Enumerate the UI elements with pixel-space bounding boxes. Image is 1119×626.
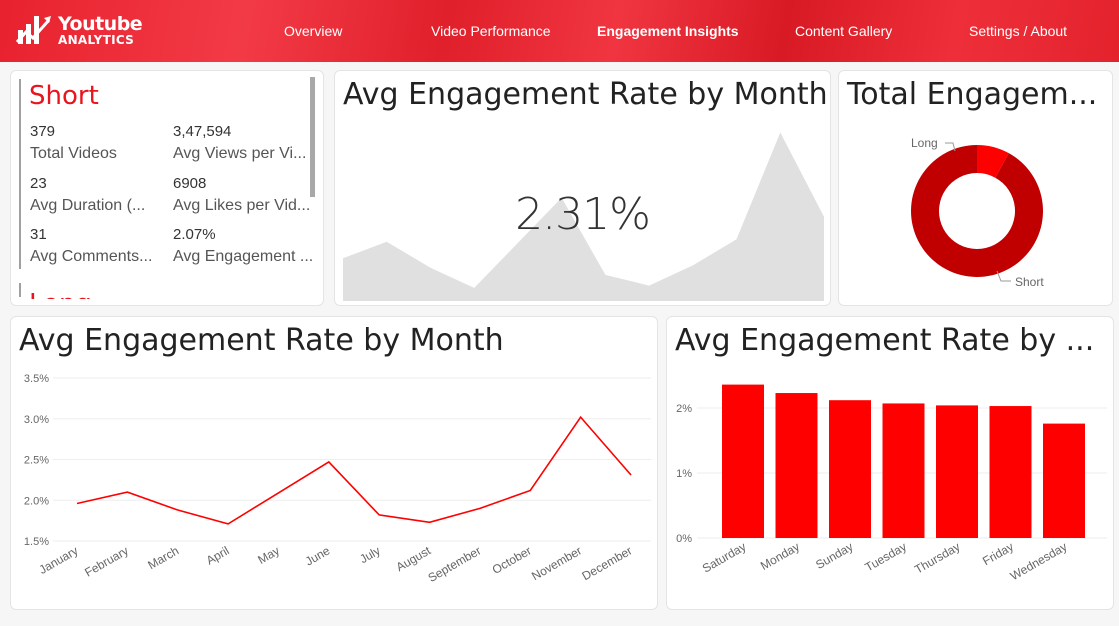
y-tick-label: 2.0%	[24, 495, 49, 507]
line-chart-card: Avg Engagement Rate by Month 1.5% 2.0% 2.5…	[10, 316, 658, 610]
y-tick-label: 3.5%	[24, 373, 49, 385]
x-tick-label: November	[529, 543, 584, 583]
nav-content-gallery[interactable]: Content Gallery	[795, 0, 892, 62]
x-tick-label: Tuesday	[863, 539, 909, 574]
kpi-scrollbar[interactable]	[310, 77, 315, 197]
x-tick-label: Monday	[758, 539, 802, 572]
bar-chart-logo-icon	[16, 16, 51, 44]
x-tick-label: April	[204, 543, 232, 567]
bar-tuesday	[882, 403, 925, 538]
donut-slice-short	[911, 145, 1043, 277]
bar-saturday	[722, 384, 764, 538]
bar-sunday	[829, 400, 871, 538]
kpi-avg-engagement-value: 2.07%	[173, 226, 216, 243]
kpi-next-section-title: Long	[29, 291, 109, 299]
kpi-avg-duration-label: Avg Duration (...	[30, 197, 146, 214]
kpi-avg-comments-value: 31	[30, 226, 47, 243]
area-chart-card: Avg Engagement Rate by Month 2.31%	[334, 70, 831, 306]
x-tick-label: September	[426, 543, 484, 584]
kpi-avg-views-value: 3,47,594	[173, 123, 232, 140]
kpi-total-videos-label: Total Videos	[30, 145, 117, 162]
x-tick-label: Friday	[980, 539, 1016, 568]
x-tick-label: January	[37, 543, 81, 576]
x-tick-label: June	[303, 543, 333, 568]
line-chart: 1.5% 2.0% 2.5% 3.0% 3.5% January February March…	[24, 373, 651, 585]
y-tick-label: 0%	[676, 533, 692, 545]
x-tick-label: August	[394, 543, 434, 574]
bar-wednesday	[1043, 423, 1085, 538]
nav-video-performance[interactable]: Video Performance	[431, 0, 551, 62]
kpi-avg-duration-value: 23	[30, 175, 47, 192]
kpi-avg-likes-label: Avg Likes per Vid...	[173, 197, 311, 214]
x-tick-label: October	[490, 543, 534, 576]
bar-monday	[775, 393, 818, 538]
section-divider	[19, 283, 21, 297]
x-tick-label: February	[82, 543, 131, 579]
x-tick-label: March	[145, 543, 181, 572]
donut-label-short: Short	[1015, 275, 1044, 289]
y-tick-label: 3.0%	[24, 414, 49, 426]
nav-settings-about[interactable]: Settings / About	[969, 0, 1067, 62]
nav-overview[interactable]: Overview	[284, 0, 342, 62]
kpi-total-videos-value: 379	[30, 123, 56, 140]
kpi-card: Short 379 Total Videos 3,47,594 Avg View…	[10, 70, 324, 306]
x-tick-label: July	[357, 543, 382, 566]
donut-chart: Long Short	[911, 136, 1044, 289]
kpi-section-title: Short	[29, 81, 99, 111]
x-tick-label: Wednesday	[1008, 539, 1070, 583]
donut-label-long: Long	[911, 136, 938, 150]
area-chart-title: Avg Engagement Rate by Month	[343, 77, 828, 112]
y-tick-label: 2%	[676, 403, 692, 415]
bar-chart: 0% 1% 2% Saturday Monday Sunday Tuesday Thursda…	[676, 384, 1107, 583]
logo-subtitle: ANALYTICS	[58, 32, 135, 47]
kpi-avg-views-label: Avg Views per Vi...	[173, 145, 307, 162]
logo-title: Youtube	[58, 12, 143, 35]
donut-chart-card: Total Engagem... Long Short	[838, 70, 1113, 306]
y-tick-label: 2.5%	[24, 455, 49, 467]
bar-friday	[989, 406, 1032, 538]
section-divider	[19, 79, 21, 269]
x-tick-label: Saturday	[700, 539, 749, 575]
kpi-avg-engagement-label: Avg Engagement ...	[173, 248, 314, 265]
youtube-analytics-logo[interactable]: Youtube ANALYTICS	[16, 12, 143, 48]
line-series	[76, 415, 632, 525]
bar-chart-card: Avg Engagement Rate by ... 0% 1% 2% Saturda…	[666, 316, 1114, 610]
x-tick-label: December	[580, 543, 635, 583]
x-tick-label: Thursday	[912, 539, 962, 576]
x-tick-label: May	[255, 543, 282, 566]
kpi-avg-likes-value: 6908	[173, 175, 207, 192]
bar-thursday	[936, 405, 978, 538]
x-tick-label: Sunday	[813, 539, 855, 571]
kpi-avg-comments-label: Avg Comments...	[30, 248, 153, 265]
avg-engagement-rate-value: 2.31%	[515, 189, 651, 240]
nav-engagement-insights[interactable]: Engagement Insights	[597, 0, 739, 62]
y-tick-label: 1%	[676, 468, 692, 480]
y-tick-label: 1.5%	[24, 536, 49, 548]
top-navigation-bar: Youtube ANALYTICS Overview Video Perform…	[0, 0, 1119, 62]
